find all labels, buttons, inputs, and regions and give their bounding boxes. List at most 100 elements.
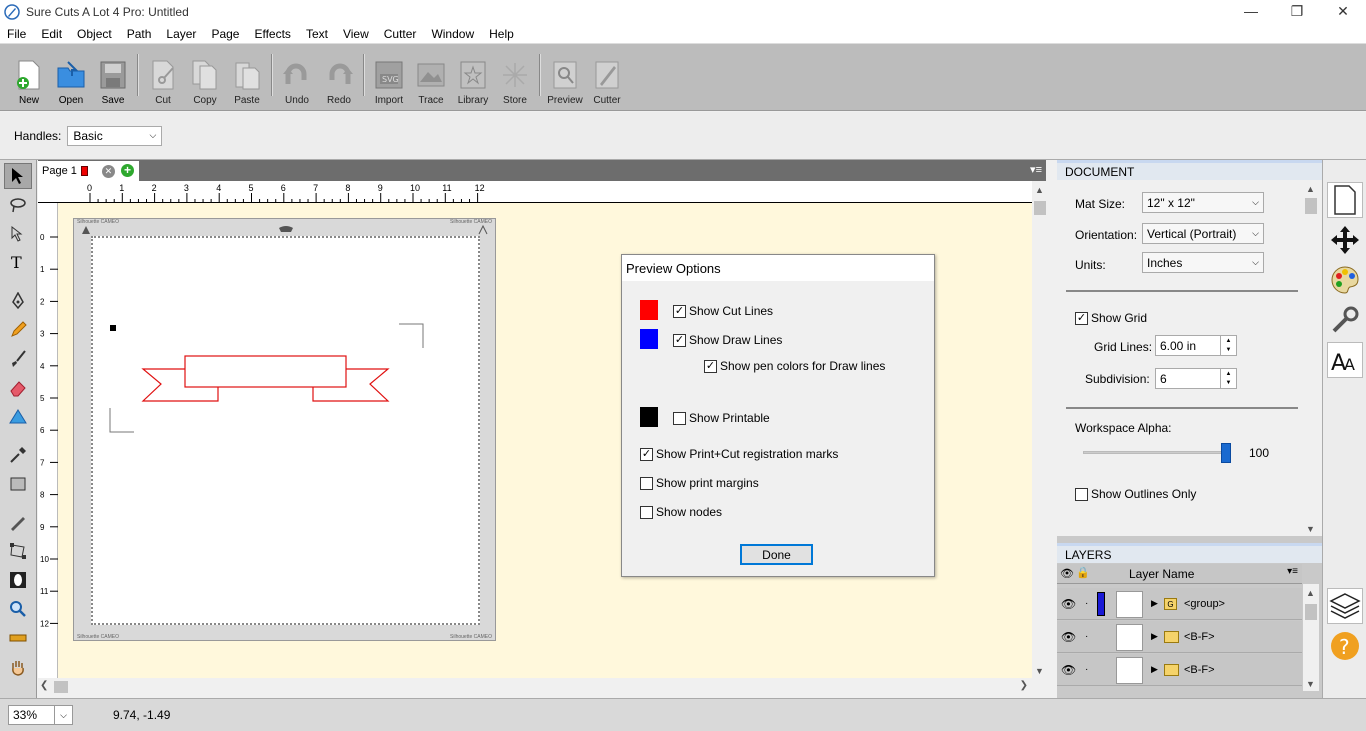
select-tool[interactable] xyxy=(4,163,32,189)
scroll-down-arrow[interactable]: ▼ xyxy=(1035,666,1044,676)
menu-view[interactable]: View xyxy=(336,27,377,41)
scroll-left-arrow[interactable]: ❮ xyxy=(40,680,48,691)
pan-tool[interactable] xyxy=(4,654,32,680)
done-button[interactable]: Done xyxy=(740,544,813,565)
show-pen-colors-checkbox[interactable]: ✓ Show pen colors for Draw lines xyxy=(704,359,885,373)
transform-tool[interactable] xyxy=(4,538,32,564)
library-button[interactable]: Library xyxy=(452,50,494,110)
menu-path[interactable]: Path xyxy=(120,27,160,41)
canvas-horizontal-scrollbar[interactable]: ❮ ❯ xyxy=(38,678,1032,696)
show-registration-marks-checkbox[interactable]: ✓ Show Print+Cut registration marks xyxy=(640,447,838,461)
brush-tool[interactable] xyxy=(4,346,32,372)
restore-button[interactable]: ❐ xyxy=(1274,0,1320,22)
document-scrollbar[interactable]: ▲ ▼ xyxy=(1303,180,1319,536)
spin-up-icon[interactable]: ▲ xyxy=(1226,371,1232,377)
subdivision-spinner[interactable]: 6 ▲ ▼ xyxy=(1155,368,1237,389)
color-panel-button[interactable] xyxy=(1327,262,1363,298)
layers-scrollbar[interactable]: ▲ ▼ xyxy=(1303,584,1319,691)
expand-arrow-icon[interactable]: ▶ xyxy=(1151,664,1158,675)
trace-button[interactable]: Trace xyxy=(410,50,452,110)
show-draw-lines-checkbox[interactable]: ✓ Show Draw Lines xyxy=(673,333,782,347)
show-print-margins-checkbox[interactable]: Show print margins xyxy=(640,476,759,490)
redo-button[interactable]: Redo xyxy=(318,50,360,110)
handles-select[interactable]: Basic ⌵ xyxy=(67,125,163,146)
save-button[interactable]: Save xyxy=(92,50,134,110)
knife-tool[interactable] xyxy=(4,509,32,535)
pencil-tool[interactable] xyxy=(4,317,32,343)
orientation-select[interactable]: Vertical (Portrait) ⌵ xyxy=(1142,223,1264,244)
undo-button[interactable]: Undo xyxy=(276,50,318,110)
menu-object[interactable]: Object xyxy=(70,27,120,41)
cutter-button[interactable]: Cutter xyxy=(586,50,628,110)
menu-cutter[interactable]: Cutter xyxy=(377,27,425,41)
zoom-tool[interactable] xyxy=(4,596,32,622)
layers-menu-icon[interactable]: ▾≡ xyxy=(1287,566,1298,577)
spin-down-icon[interactable]: ▼ xyxy=(1226,347,1232,353)
scroll-thumb[interactable] xyxy=(1305,198,1317,214)
scroll-thumb[interactable] xyxy=(1034,201,1046,215)
scroll-down-arrow[interactable]: ▼ xyxy=(1306,524,1315,534)
layer-row[interactable]: 👁 · ▶ G <group> xyxy=(1057,588,1302,620)
cut-button[interactable]: Cut xyxy=(142,50,184,110)
menu-effects[interactable]: Effects xyxy=(247,27,298,41)
position-panel-button[interactable] xyxy=(1327,222,1363,258)
show-nodes-checkbox[interactable]: Show nodes xyxy=(640,505,722,519)
lasso-tool[interactable] xyxy=(4,192,32,218)
menu-page[interactable]: Page xyxy=(204,27,247,41)
node-edit-tool[interactable] xyxy=(4,221,32,247)
help-button[interactable]: ? xyxy=(1327,628,1363,664)
canvas-vertical-scrollbar[interactable]: ▲ ▼ xyxy=(1032,181,1048,678)
show-printable-checkbox[interactable]: Show Printable xyxy=(673,411,770,425)
expand-arrow-icon[interactable]: ▶ xyxy=(1151,631,1158,642)
eyedropper-tool[interactable] xyxy=(4,442,32,468)
scroll-thumb[interactable] xyxy=(54,681,68,693)
add-page-icon[interactable]: + xyxy=(121,164,134,177)
show-cut-lines-checkbox[interactable]: ✓ Show Cut Lines xyxy=(673,304,773,318)
lock-icon[interactable]: 🔒 xyxy=(1076,566,1090,579)
menu-edit[interactable]: Edit xyxy=(34,27,70,41)
spin-up-icon[interactable]: ▲ xyxy=(1226,338,1232,344)
scroll-up-arrow[interactable]: ▲ xyxy=(1035,185,1044,195)
paste-button[interactable]: Paste xyxy=(226,50,268,110)
copy-button[interactable]: Copy xyxy=(184,50,226,110)
show-outlines-checkbox[interactable]: Show Outlines Only xyxy=(1075,487,1196,501)
menu-text[interactable]: Text xyxy=(299,27,336,41)
menu-file[interactable]: File xyxy=(0,27,34,41)
layer-row[interactable]: 👁 · ▶ <B-F> xyxy=(1057,654,1302,686)
tools-panel-button[interactable] xyxy=(1327,302,1363,338)
text-panel-button[interactable]: AA xyxy=(1327,342,1363,378)
preview-button[interactable]: Preview xyxy=(544,50,586,110)
document-panel-button[interactable] xyxy=(1327,182,1363,218)
gradient-tool[interactable] xyxy=(4,471,32,497)
layer-row[interactable]: 👁 · ▶ <B-F> xyxy=(1057,621,1302,653)
scroll-down-arrow[interactable]: ▼ xyxy=(1306,679,1315,689)
visibility-eye-icon[interactable]: 👁 xyxy=(1061,630,1076,644)
text-tool[interactable]: T xyxy=(4,250,32,276)
measure-tool[interactable] xyxy=(4,625,32,651)
eye-icon[interactable]: 👁 xyxy=(1060,567,1074,580)
minimize-button[interactable]: — xyxy=(1228,0,1274,22)
tab-menu-icon[interactable]: ▾≡ xyxy=(1030,163,1042,176)
pen-tool[interactable] xyxy=(4,288,32,314)
visibility-eye-icon[interactable]: 👁 xyxy=(1061,597,1076,611)
shape-tool[interactable] xyxy=(4,404,32,430)
close-button[interactable]: ✕ xyxy=(1320,0,1366,22)
layers-panel-button[interactable] xyxy=(1327,588,1363,624)
weld-tool[interactable] xyxy=(4,567,32,593)
show-grid-checkbox[interactable]: ✓ Show Grid xyxy=(1075,311,1147,325)
eraser-tool[interactable] xyxy=(4,375,32,401)
store-button[interactable]: Store xyxy=(494,50,536,110)
open-button[interactable]: Open xyxy=(50,50,92,110)
scroll-up-arrow[interactable]: ▲ xyxy=(1306,588,1315,598)
expand-arrow-icon[interactable]: ▶ xyxy=(1151,598,1158,609)
import-button[interactable]: SVG Import xyxy=(368,50,410,110)
scroll-right-arrow[interactable]: ❯ xyxy=(1020,680,1028,691)
scroll-up-arrow[interactable]: ▲ xyxy=(1306,184,1315,194)
menu-layer[interactable]: Layer xyxy=(159,27,204,41)
new-button[interactable]: New xyxy=(8,50,50,110)
spin-down-icon[interactable]: ▼ xyxy=(1226,380,1232,386)
close-tab-icon[interactable]: ✕ xyxy=(101,164,115,178)
menu-help[interactable]: Help xyxy=(482,27,522,41)
scroll-thumb[interactable] xyxy=(1305,604,1317,620)
visibility-eye-icon[interactable]: 👁 xyxy=(1061,663,1076,677)
